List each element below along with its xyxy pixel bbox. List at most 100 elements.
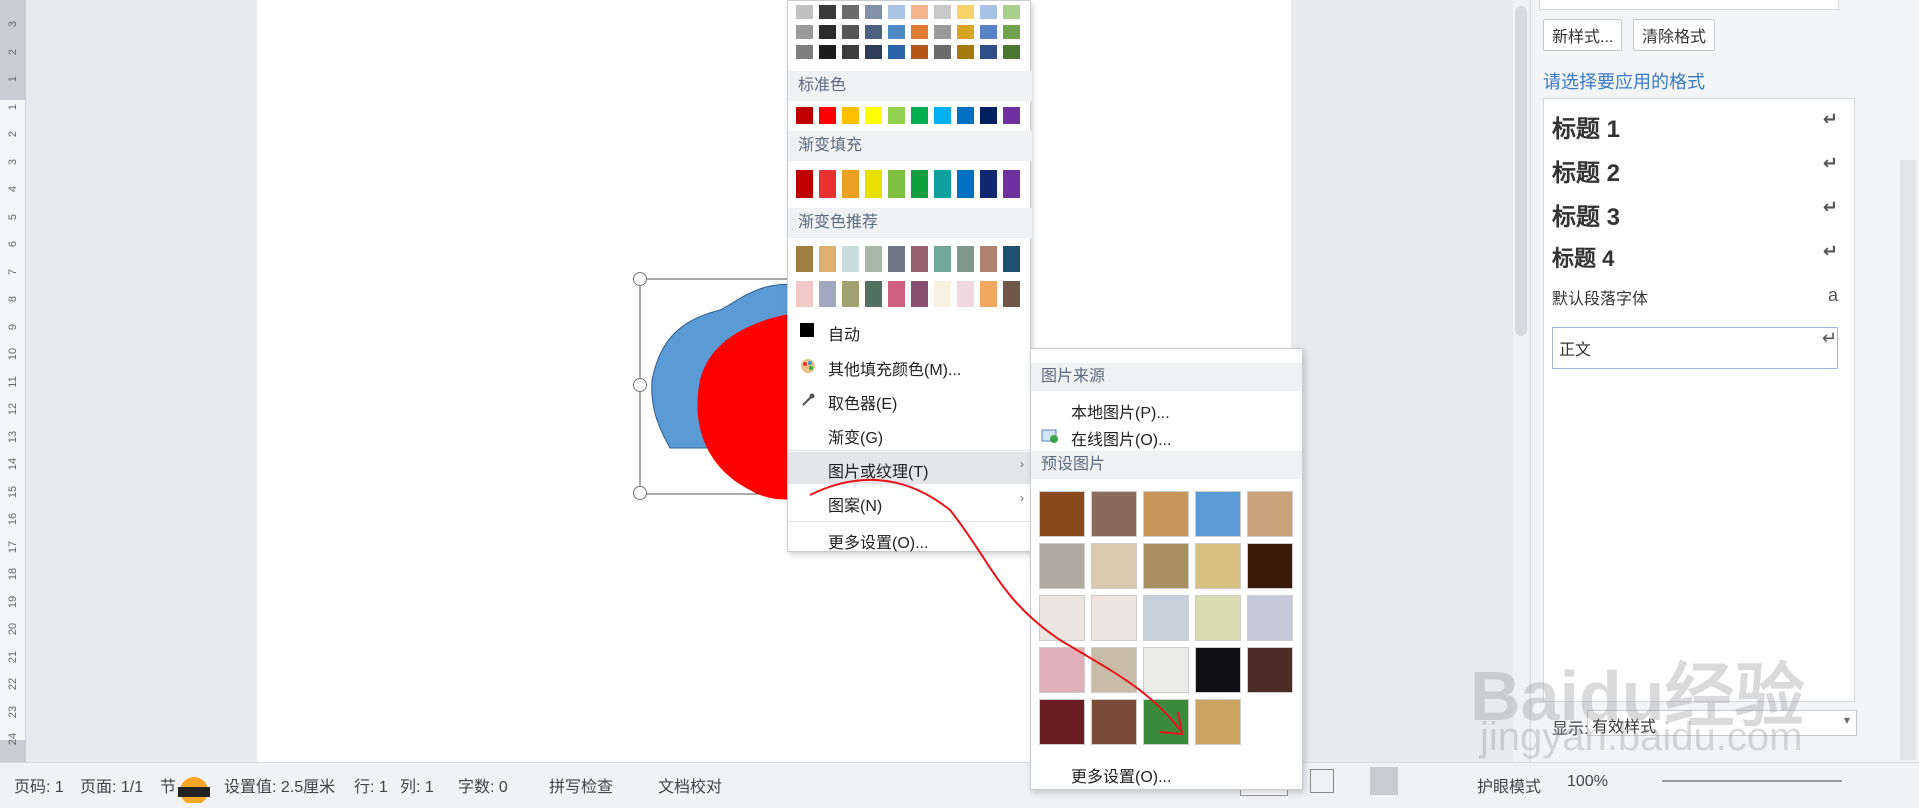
menu-item-auto[interactable]: 自动 (788, 315, 1032, 347)
menu-item-more-fill-colors[interactable]: 其他填充颜色(M)... (788, 350, 1032, 382)
texture-swatch[interactable] (1195, 543, 1241, 589)
recommended-gradient-swatch[interactable] (842, 246, 859, 272)
theme-color-swatch[interactable] (1003, 25, 1020, 39)
theme-color-swatch[interactable] (842, 5, 859, 19)
standard-color-swatch[interactable] (957, 107, 974, 124)
recommended-gradient-swatch[interactable] (819, 246, 836, 272)
fill-color-menu[interactable]: 标准色 渐变填充 渐变色推荐 自动 其他填充颜色(M)... 取色器(E) 渐变(G)… (787, 0, 1032, 555)
theme-color-swatch[interactable] (957, 25, 974, 39)
recommended-gradient-swatch[interactable] (865, 246, 882, 272)
recommended-gradient-swatch[interactable] (934, 281, 951, 307)
texture-swatch[interactable] (1195, 647, 1241, 693)
texture-swatch[interactable] (1039, 491, 1085, 537)
theme-color-swatch[interactable] (980, 5, 997, 19)
style-item[interactable]: 标题 4 ↵ (1552, 241, 1838, 273)
recommended-gradient-swatch[interactable] (980, 281, 997, 307)
zoom-slider[interactable] (1662, 780, 1842, 782)
texture-swatch[interactable] (1247, 647, 1293, 693)
selected-shape-group[interactable] (630, 270, 800, 510)
recommended-gradient-swatch[interactable] (1003, 246, 1020, 272)
style-item[interactable]: 标题 2 ↵ (1552, 153, 1838, 188)
theme-color-swatch[interactable] (911, 45, 928, 59)
texture-swatch[interactable] (1143, 595, 1189, 641)
vertical-ruler[interactable]: 3 2 1 1 2 3 4 5 6 7 8 9 10 11 12 13 14 15 16 17 18 19 20 21 22 23… (0, 0, 26, 770)
texture-swatch[interactable] (1091, 595, 1137, 641)
menu-item-eyedropper[interactable]: 取色器(E) (788, 384, 1032, 416)
style-item[interactable]: 标题 1 ↵ (1552, 109, 1838, 144)
web-view-icon[interactable] (1370, 767, 1398, 795)
texture-swatch[interactable] (1143, 699, 1189, 745)
style-item[interactable]: 标题 3 ↵ (1552, 197, 1838, 232)
gradient-color-swatch[interactable] (888, 170, 905, 198)
document-proof-button[interactable]: 文档校对 (658, 773, 722, 797)
gradient-color-swatch[interactable] (980, 170, 997, 198)
theme-color-swatch[interactable] (888, 45, 905, 59)
theme-color-swatch[interactable] (911, 5, 928, 19)
theme-color-swatch[interactable] (842, 45, 859, 59)
standard-color-swatch[interactable] (796, 107, 813, 124)
theme-color-swatch[interactable] (934, 45, 951, 59)
recommended-gradient-swatch[interactable] (911, 281, 928, 307)
standard-color-swatch[interactable] (1003, 107, 1020, 124)
zoom-level[interactable]: 100% (1567, 773, 1608, 791)
texture-swatch[interactable] (1247, 491, 1293, 537)
theme-color-swatch[interactable] (819, 45, 836, 59)
theme-color-swatch[interactable] (865, 5, 882, 19)
gradient-color-swatch[interactable] (934, 170, 951, 198)
theme-color-swatch[interactable] (865, 45, 882, 59)
standard-color-swatch[interactable] (934, 107, 951, 124)
online-picture-item[interactable]: 在线图片(O)... (1071, 426, 1171, 450)
recommended-gradient-swatch[interactable] (957, 281, 974, 307)
standard-color-swatch[interactable] (911, 107, 928, 124)
resize-handle-bottom-left[interactable] (633, 486, 647, 500)
standard-color-swatch[interactable] (865, 107, 882, 124)
gradient-color-swatch[interactable] (865, 170, 882, 198)
theme-color-swatch[interactable] (796, 45, 813, 59)
theme-color-swatch[interactable] (934, 25, 951, 39)
theme-color-swatch[interactable] (819, 5, 836, 19)
menu-item-pattern[interactable]: 图案(N) › (788, 486, 1032, 518)
theme-color-swatch[interactable] (934, 5, 951, 19)
theme-color-swatch[interactable] (1003, 5, 1020, 19)
style-list[interactable]: 标题 1 ↵ 标题 2 ↵ 标题 3 ↵ 标题 4 ↵ 默认段落字体 a 正文 ↵ (1543, 98, 1855, 702)
recommended-gradient-swatch[interactable] (980, 246, 997, 272)
texture-swatch[interactable] (1091, 699, 1137, 745)
resize-handle-top-left[interactable] (633, 272, 647, 286)
texture-swatch[interactable] (1143, 647, 1189, 693)
recommended-gradient-swatch[interactable] (819, 281, 836, 307)
theme-color-swatch[interactable] (842, 25, 859, 39)
gradient-color-swatch[interactable] (1003, 170, 1020, 198)
theme-color-swatch[interactable] (796, 25, 813, 39)
recommended-gradient-swatch[interactable] (934, 246, 951, 272)
recommended-gradient-swatch[interactable] (888, 246, 905, 272)
standard-color-swatch[interactable] (888, 107, 905, 124)
theme-color-swatch[interactable] (888, 25, 905, 39)
texture-swatch[interactable] (1195, 491, 1241, 537)
texture-swatch[interactable] (1091, 647, 1137, 693)
submenu-more-settings[interactable]: 更多设置(O)... (1071, 763, 1171, 787)
theme-color-swatch[interactable] (796, 5, 813, 19)
gradient-color-swatch[interactable] (842, 170, 859, 198)
texture-swatch[interactable] (1039, 595, 1085, 641)
texture-swatch[interactable] (1143, 491, 1189, 537)
texture-swatch[interactable] (1195, 595, 1241, 641)
gradient-color-swatch[interactable] (796, 170, 813, 198)
recommended-gradient-swatch[interactable] (865, 281, 882, 307)
spell-check-button[interactable]: 拼写检查 (549, 773, 613, 797)
texture-swatch[interactable] (1039, 647, 1085, 693)
style-item[interactable]: 默认段落字体 a (1552, 285, 1838, 309)
scrollbar-thumb[interactable] (1515, 6, 1527, 336)
texture-swatch[interactable] (1039, 699, 1085, 745)
menu-item-picture-or-texture[interactable]: 图片或纹理(T) › (788, 450, 1032, 484)
recommended-gradient-swatch[interactable] (1003, 281, 1020, 307)
clear-format-button[interactable]: 清除格式 (1633, 19, 1716, 51)
theme-color-swatch[interactable] (1003, 45, 1020, 59)
texture-swatch[interactable] (1091, 543, 1137, 589)
menu-item-gradient[interactable]: 渐变(G) (788, 418, 1032, 450)
style-item[interactable]: 正文 ↵ (1552, 327, 1838, 369)
menu-item-more-settings[interactable]: 更多设置(O)... (788, 521, 1032, 555)
theme-color-swatch[interactable] (957, 5, 974, 19)
gradient-color-swatch[interactable] (957, 170, 974, 198)
gradient-color-swatch[interactable] (819, 170, 836, 198)
standard-color-swatch[interactable] (980, 107, 997, 124)
